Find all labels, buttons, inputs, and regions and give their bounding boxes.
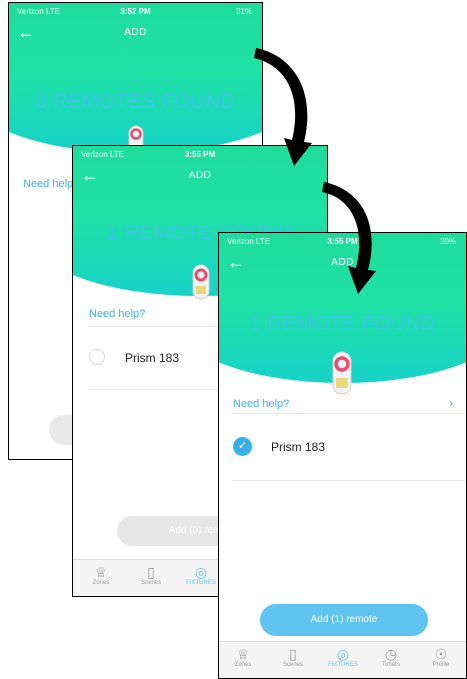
divider [233,480,466,481]
status-bar: Verizon LTE 3:52 PM 21% [9,3,262,19]
tab-fixtures[interactable]: ◎ FIXTURES [181,564,221,586]
tab-zones[interactable]: ♕ Zones [225,646,261,668]
chevron-right-icon[interactable]: › [449,396,453,410]
profile-icon: ☉ [434,646,448,662]
scenes-icon: ▯ [147,564,155,580]
tab-label: Timers [381,662,401,668]
tab-scenes[interactable]: ▯ Scenes [275,646,311,668]
scenes-icon: ▯ [289,646,297,662]
flow-arrow-1-icon [254,48,312,166]
timers-icon: ◷ [384,646,398,662]
fixtures-icon: ◎ [194,564,208,580]
tab-label: Zones [92,580,110,586]
tab-label: Scenes [282,662,303,668]
need-help-link[interactable]: Need help? [89,308,145,320]
battery-label: 21% [235,7,252,16]
tab-fixtures[interactable]: ◎ FIXTURES [323,646,363,668]
fixtures-icon: ◎ [336,646,350,662]
tab-label: Zones [234,662,252,668]
tab-scenes[interactable]: ▯ Scenes [131,564,171,586]
tab-timers[interactable]: ◷ Timers [373,646,409,668]
tab-profile[interactable]: ☉ Profile [423,646,459,668]
remote-control-icon [332,351,352,395]
add-remote-button[interactable]: Add (1) remote [260,604,428,636]
need-help-link[interactable]: Need help? [233,398,289,410]
tab-label: FIXTURES [186,580,216,586]
screen-add-1-found-checked: Verizon LTE 3:55 PM 20% ← ADD 1 REMOTE F… [218,232,467,679]
remotes-found-label: 1 REMOTE FOUND [249,313,436,335]
tab-label: Profile [432,662,450,668]
divider [233,413,466,414]
check-icon[interactable] [89,349,105,365]
check-icon[interactable]: ✓ [233,437,252,456]
remote-control-icon [192,264,210,300]
need-help-link[interactable]: Need help? [23,178,79,190]
zones-icon: ♕ [94,564,108,580]
device-name: Prism 183 [125,351,180,365]
battery-label: 20% [439,237,456,246]
clock: 3:52 PM [120,7,151,16]
page-title: ADD [124,27,147,38]
tab-zones[interactable]: ♕ Zones [81,564,121,586]
page-title: ADD [188,170,212,181]
flow-arrow-2-icon [322,182,376,294]
remotes-found-label: 0 REMOTES FOUND [35,91,236,113]
tab-label: Scenes [140,580,161,586]
zones-icon: ♕ [236,646,250,662]
tab-bar: ♕ Zones ▯ Scenes ◎ FIXTURES ◷ Timers ☉ Profil… [219,641,466,678]
device-name: Prism 183 [271,440,326,454]
tab-label: FIXTURES [328,662,358,668]
